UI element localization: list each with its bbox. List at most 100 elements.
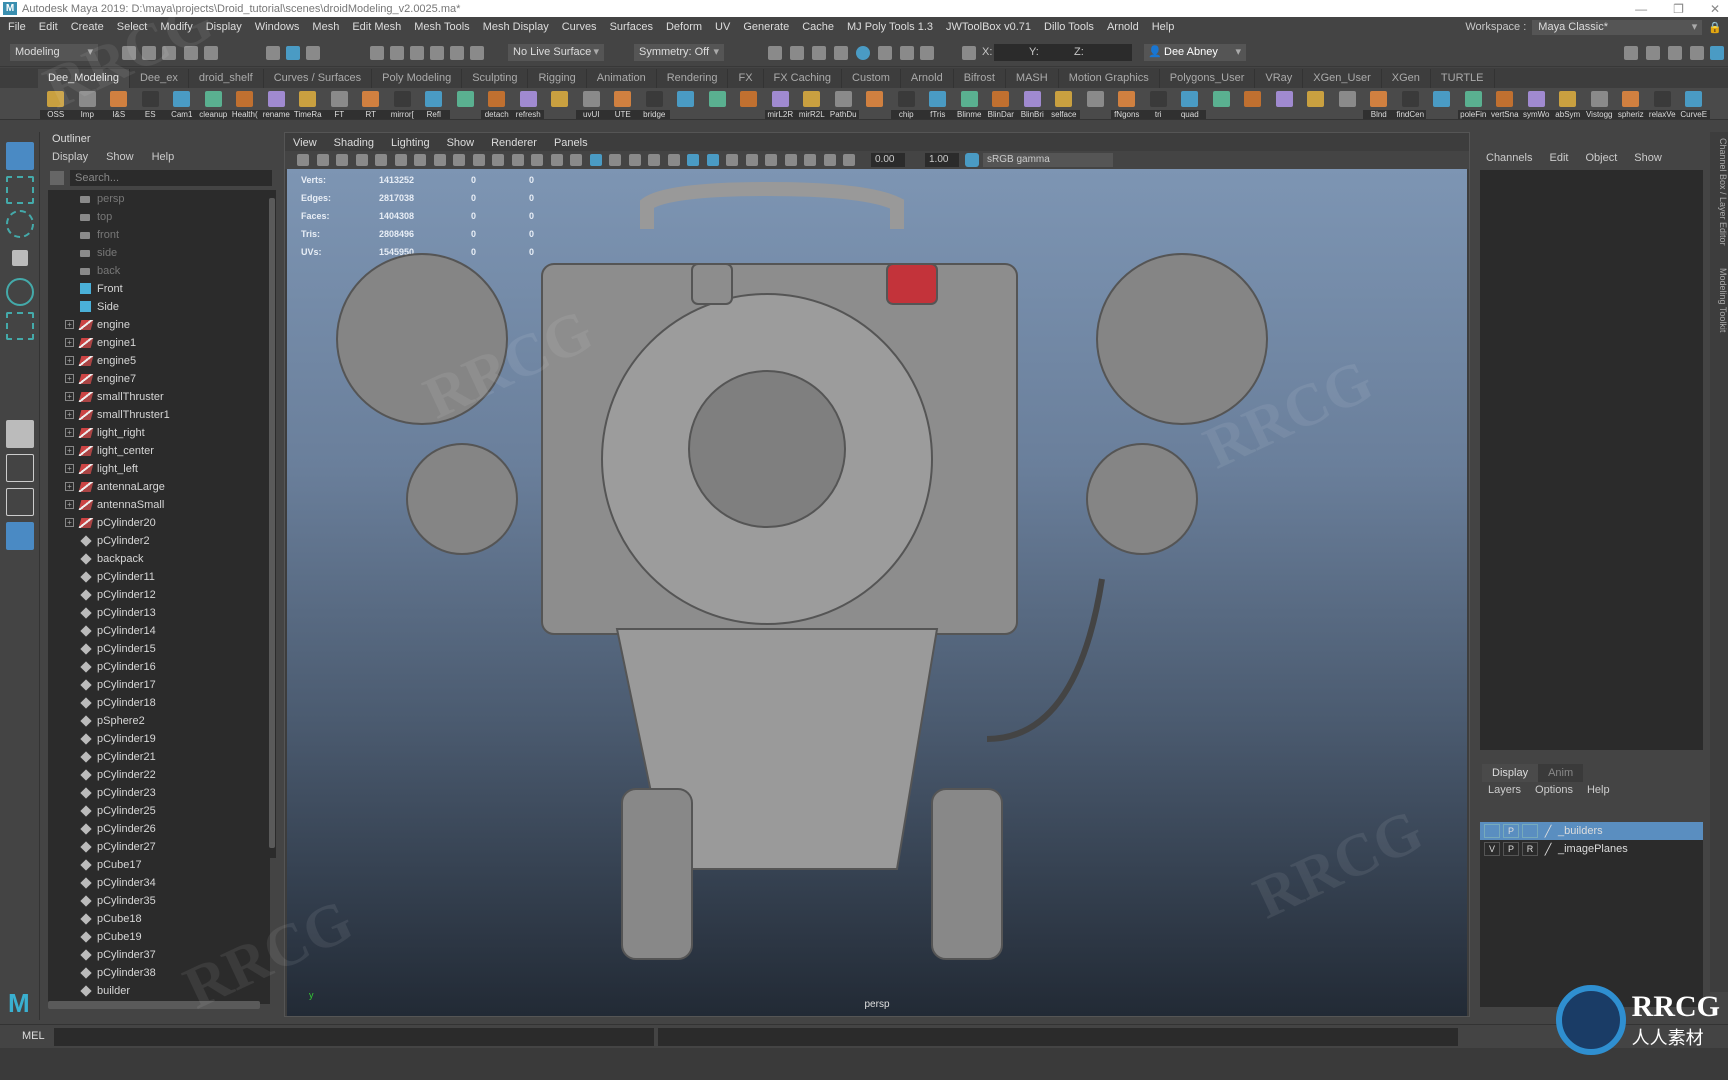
expand-toggle[interactable]: + (65, 392, 74, 401)
shelf-button-vertsna[interactable]: vertSna (1489, 88, 1521, 119)
shelf-tab-custom[interactable]: Custom (842, 69, 901, 88)
layer-menu-help[interactable]: Help (1587, 782, 1610, 798)
transform-mode-icon[interactable] (962, 46, 976, 60)
human-ik-icon[interactable] (1646, 46, 1660, 60)
outliner-item[interactable]: pCylinder19 (48, 730, 270, 748)
shelf-button-rename[interactable]: rename (260, 88, 292, 119)
menu-mesh-display[interactable]: Mesh Display (483, 21, 549, 33)
shelf-button-icon-38[interactable] (1237, 88, 1269, 119)
outliner-item[interactable]: pCylinder15 (48, 640, 270, 658)
outliner-item[interactable]: pCylinder13 (48, 604, 270, 622)
shelf-button-quad[interactable]: quad (1174, 88, 1206, 119)
render-frame-icon[interactable] (790, 46, 804, 60)
outliner-menu-display[interactable]: Display (52, 148, 88, 166)
reference-toggle[interactable] (1522, 824, 1538, 838)
outliner-item[interactable]: pCylinder26 (48, 820, 270, 838)
scrollbar-thumb[interactable] (269, 198, 275, 848)
shelf-button-polefin[interactable]: poleFin (1457, 88, 1489, 119)
select-object-icon[interactable] (286, 46, 300, 60)
lock-icon[interactable]: 🔒 (1708, 21, 1722, 34)
outliner-item[interactable]: pCylinder14 (48, 622, 270, 640)
command-language-label[interactable]: MEL (22, 1030, 45, 1042)
shelf-button-icon-22[interactable] (733, 88, 765, 119)
shelf-button-tri[interactable]: tri (1142, 88, 1174, 119)
default-material-icon[interactable] (609, 154, 621, 166)
shelf-tab-motion-graphics[interactable]: Motion Graphics (1059, 69, 1160, 88)
expand-toggle[interactable]: + (65, 446, 74, 455)
shelf-button-icon-16[interactable] (544, 88, 576, 119)
expand-toggle[interactable]: + (65, 482, 74, 491)
shelf-button-ft[interactable]: FT (323, 88, 355, 119)
snap-grid-icon[interactable] (370, 46, 384, 60)
color-space-dropdown[interactable]: sRGB gamma (983, 153, 1113, 167)
new-scene-icon[interactable] (122, 46, 136, 60)
shelf-tab-bifrost[interactable]: Bifrost (954, 69, 1006, 88)
expand-toggle[interactable]: + (65, 374, 74, 383)
redo-icon[interactable] (204, 46, 218, 60)
outliner-item[interactable]: pCylinder2 (48, 532, 270, 550)
shelf-button-refl[interactable]: Refl (418, 88, 450, 119)
shelf-tab-curves-surfaces[interactable]: Curves / Surfaces (264, 69, 373, 88)
user-account-dropdown[interactable]: 👤 Dee Abney (1144, 44, 1246, 61)
menu-jwtoolbox-v0-71[interactable]: JWToolBox v0.71 (946, 21, 1031, 33)
snap-view-icon[interactable] (430, 46, 444, 60)
shelf-button-oss[interactable]: OSS (40, 88, 72, 119)
pause-icon[interactable] (920, 46, 934, 60)
grease-pencil-icon[interactable] (414, 154, 426, 166)
layer-color-swatch[interactable]: ╱ (1541, 825, 1555, 838)
outliner-item[interactable]: + engine (48, 316, 270, 334)
shelf-button-blinme[interactable]: Blinme (953, 88, 985, 119)
shelf-button-absym[interactable]: abSym (1552, 88, 1584, 119)
menu-dillo-tools[interactable]: Dillo Tools (1044, 21, 1094, 33)
shelf-button-icon-40[interactable] (1300, 88, 1332, 119)
expand-toggle[interactable]: + (65, 464, 74, 473)
shelf-tab-rigging[interactable]: Rigging (528, 69, 587, 88)
viewport-menu-shading[interactable]: Shading (334, 135, 374, 151)
shelf-tab-sculpting[interactable]: Sculpting (462, 69, 529, 88)
snap-point-icon[interactable] (410, 46, 424, 60)
menu-windows[interactable]: Windows (255, 21, 300, 33)
four-view-layout-icon[interactable] (6, 454, 34, 482)
viewport-canvas[interactable]: Verts: 1413252 0 0 Edges: 2817038 0 0 Faces: 1404… (287, 169, 1467, 1016)
shelf-button-icon-20[interactable] (670, 88, 702, 119)
menu-cache[interactable]: Cache (802, 21, 834, 33)
shelf-button-mirror-[interactable]: mirror[ (386, 88, 418, 119)
viewport-menu-panels[interactable]: Panels (554, 135, 588, 151)
close-button[interactable]: ✕ (1710, 2, 1720, 16)
outliner-item[interactable]: pCylinder18 (48, 694, 270, 712)
layer-menu-layers[interactable]: Layers (1488, 782, 1521, 798)
shelf-button-relaxve[interactable]: relaxVe (1646, 88, 1678, 119)
shelf-button-icon-13[interactable] (450, 88, 482, 119)
channel-box-icon[interactable] (1710, 46, 1724, 60)
channel-box-menu-show[interactable]: Show (1634, 152, 1662, 164)
layer-menu-options[interactable]: Options (1535, 782, 1573, 798)
outliner-item[interactable]: pCylinder12 (48, 586, 270, 604)
shelf-button-icon-39[interactable] (1269, 88, 1301, 119)
shelf-button-bridge[interactable]: bridge (638, 88, 670, 119)
hud2-icon[interactable] (823, 154, 836, 166)
expand-toggle[interactable]: + (65, 320, 74, 329)
shelf-tab-droid-shelf[interactable]: droid_shelf (189, 69, 264, 88)
grid-icon[interactable] (433, 154, 446, 166)
outliner-item[interactable]: + antennaSmall (48, 496, 270, 514)
select-hierarchy-icon[interactable] (266, 46, 280, 60)
render-sequence-icon[interactable] (878, 46, 892, 60)
outliner-menu-show[interactable]: Show (106, 148, 134, 166)
camera-lock-icon[interactable] (316, 154, 329, 166)
select-tool-icon[interactable] (6, 142, 34, 170)
outliner-item[interactable]: pCylinder34 (48, 874, 270, 892)
outliner-vertical-scrollbar[interactable] (268, 190, 276, 858)
isolate-select-icon[interactable] (784, 154, 797, 166)
layer-row[interactable]: P ╱ _builders (1480, 822, 1703, 840)
shelf-tab-animation[interactable]: Animation (587, 69, 657, 88)
shelf-button-icon-37[interactable] (1206, 88, 1238, 119)
attribute-editor-icon[interactable] (1668, 46, 1682, 60)
shelf-button-cleanup[interactable]: cleanup (197, 88, 229, 119)
ipr-render-icon[interactable] (812, 46, 826, 60)
channel-box-menu-object[interactable]: Object (1585, 152, 1617, 164)
menu-edit[interactable]: Edit (39, 21, 58, 33)
single-view-layout-icon[interactable] (6, 420, 34, 448)
outliner-item[interactable]: pCylinder37 (48, 946, 270, 964)
use-all-lights-icon[interactable] (667, 154, 680, 166)
smooth-shade-icon[interactable] (589, 154, 602, 166)
